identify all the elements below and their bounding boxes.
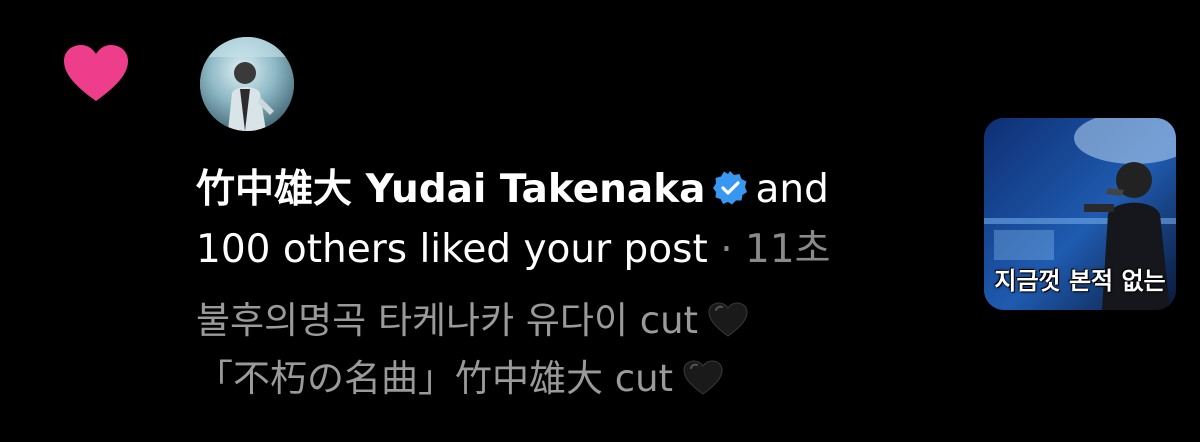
- notification-headline: 竹中雄大 Yudai Takenaka and 100 others liked…: [196, 160, 896, 280]
- action-text-2: 100 others liked your post: [196, 227, 708, 272]
- notification-message: 竹中雄大 Yudai Takenaka and 100 others liked…: [196, 160, 896, 408]
- black-heart-icon: [708, 302, 748, 337]
- separator: ·: [720, 227, 733, 272]
- like-notification[interactable]: 竹中雄大 Yudai Takenaka and 100 others liked…: [0, 0, 1200, 442]
- snippet-line-2-text: 「不朽の名曲」竹中雄大 cut: [196, 357, 674, 400]
- username[interactable]: 竹中雄大 Yudai Takenaka: [196, 167, 706, 212]
- snippet-line-1: 불후의명곡 타케나카 유다이 cut: [196, 292, 896, 350]
- black-heart-icon: [683, 360, 723, 395]
- heart-icon: [64, 45, 128, 101]
- snippet-line-2: 「不朽の名曲」竹中雄大 cut: [196, 350, 896, 408]
- verified-badge-icon: [712, 171, 747, 205]
- thumbnail-caption: 지금껏 본적 없는: [994, 267, 1166, 295]
- post-caption-snippet: 불후의명곡 타케나카 유다이 cut 「不朽の名曲」竹中雄大 cut: [196, 292, 896, 408]
- action-text-1: and: [755, 167, 829, 212]
- post-thumbnail[interactable]: 지금껏 본적 없는: [984, 118, 1176, 310]
- avatar-photo: [200, 37, 294, 131]
- avatar[interactable]: [200, 37, 294, 131]
- snippet-line-1-text: 불후의명곡 타케나카 유다이 cut: [196, 299, 699, 342]
- timestamp: 11초: [745, 227, 831, 272]
